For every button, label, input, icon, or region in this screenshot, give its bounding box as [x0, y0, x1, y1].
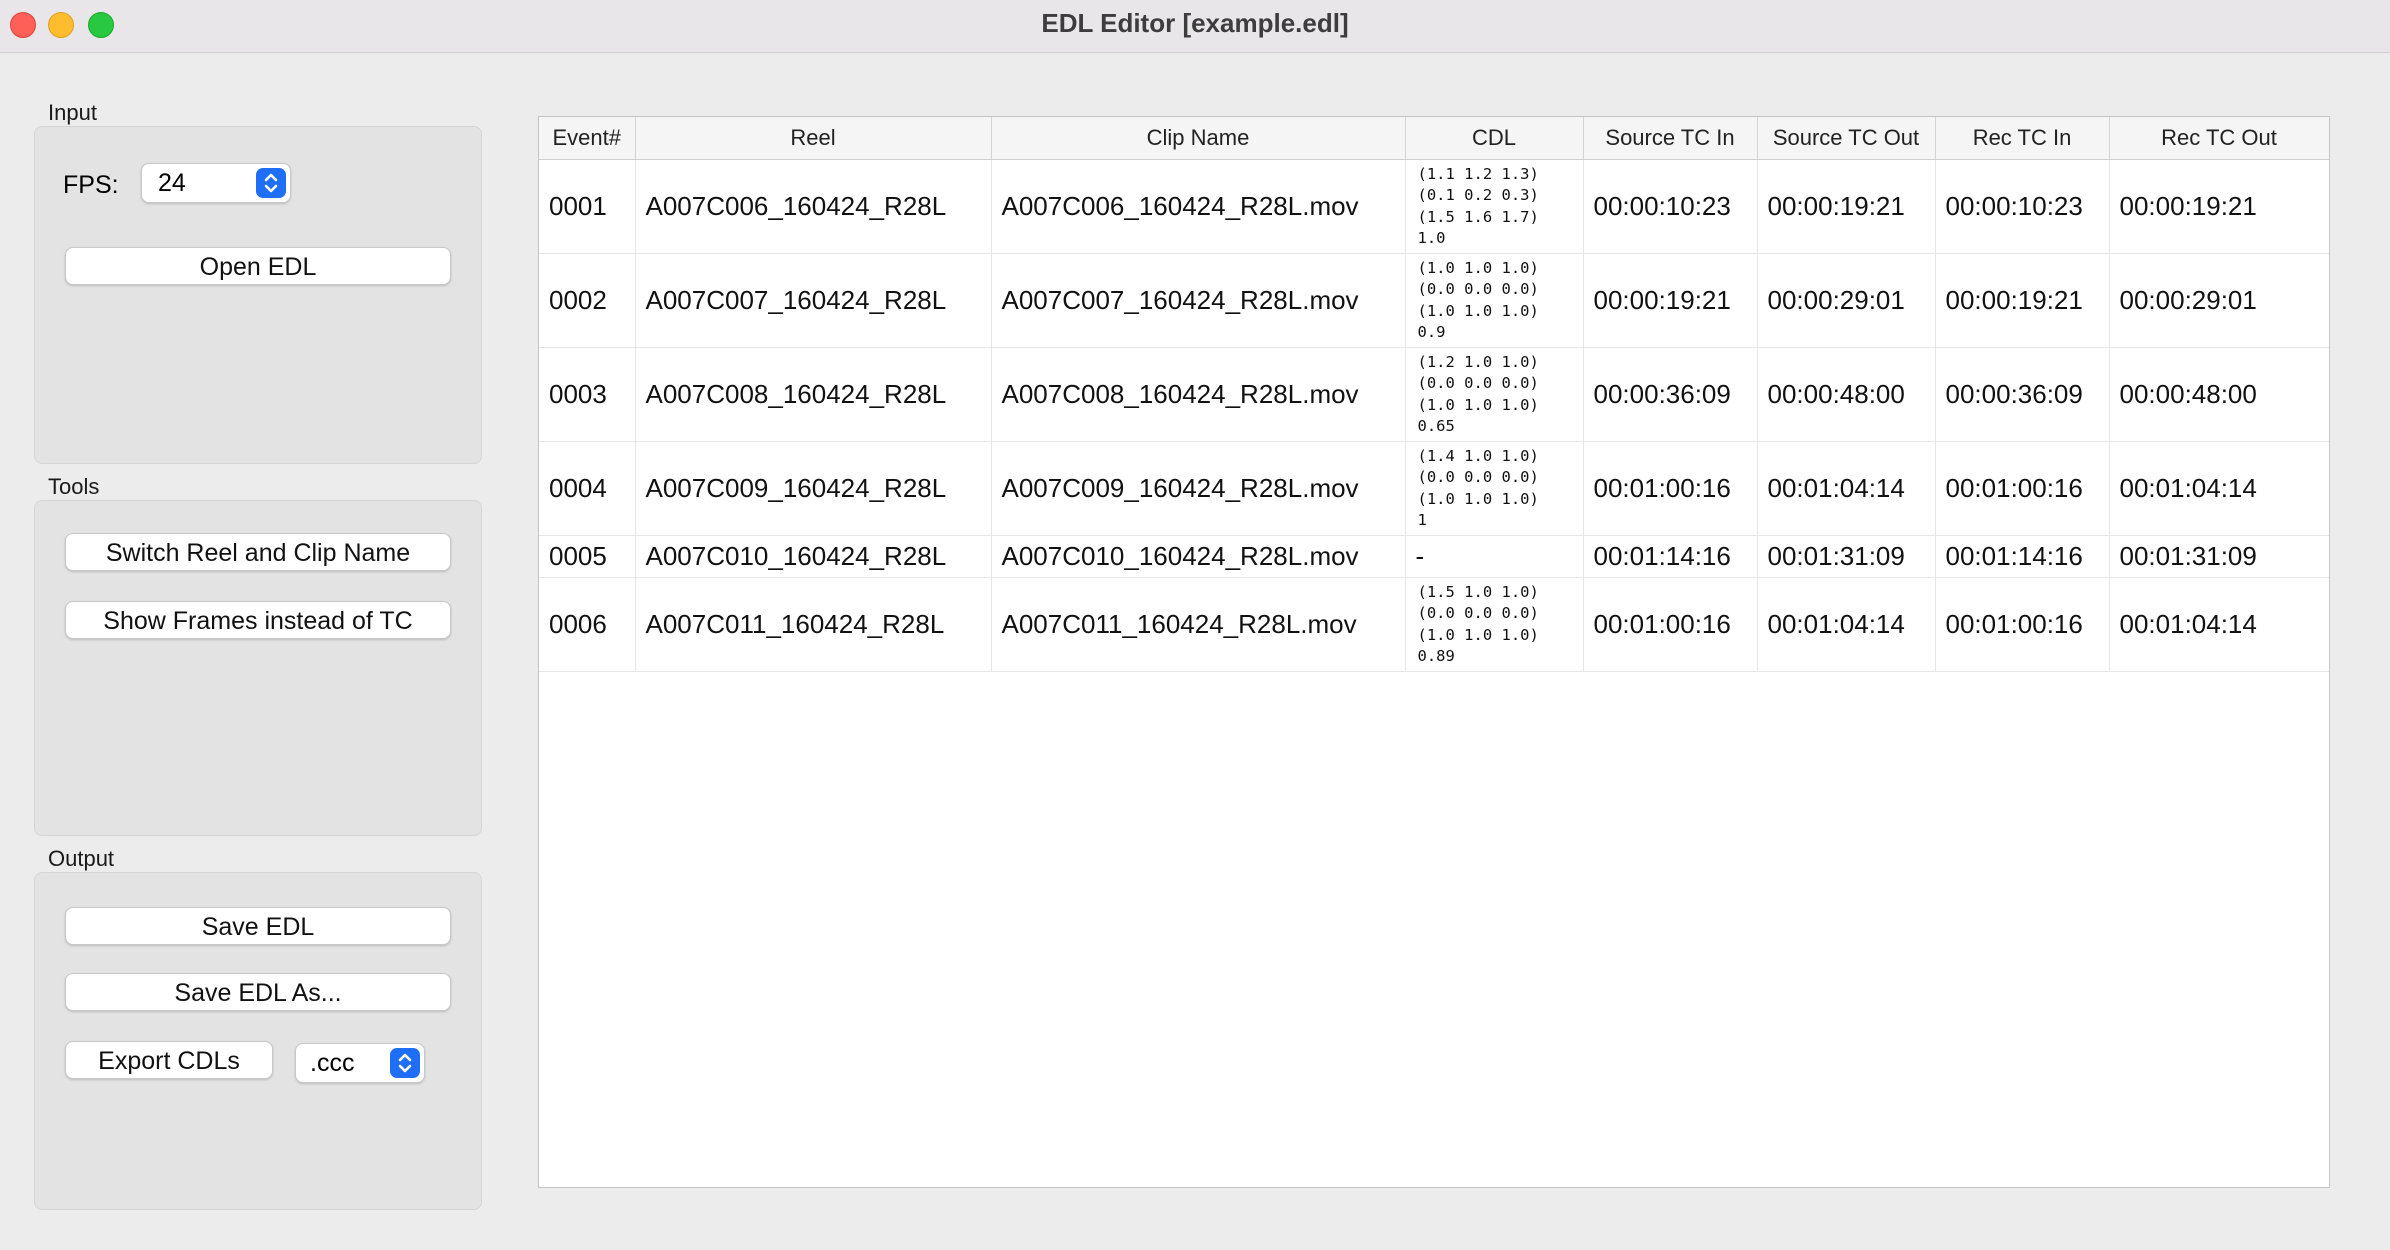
event-cell[interactable]: 0003	[539, 347, 636, 442]
table-header-row: Event# Reel Clip Name CDL Source TC In S…	[539, 117, 2329, 160]
reel-cell[interactable]: A007C009_160424_R28L	[635, 441, 992, 536]
event-cell[interactable]: 0005	[539, 535, 636, 578]
source-tc-out-cell[interactable]: 00:00:19:21	[1757, 159, 1936, 254]
cdl-format-select[interactable]: .ccc	[295, 1043, 425, 1083]
cdl-cell[interactable]: (1.0 1.0 1.0) (0.0 0.0 0.0) (1.0 1.0 1.0…	[1405, 253, 1584, 348]
export-cdls-button[interactable]: Export CDLs	[65, 1041, 273, 1079]
table-row[interactable]: 0001 A007C006_160424_R28L A007C006_16042…	[539, 159, 2329, 254]
rec-tc-out-cell[interactable]: 00:00:48:00	[2109, 347, 2329, 442]
source-tc-in-cell[interactable]: 00:00:10:23	[1583, 159, 1758, 254]
source-tc-out-cell[interactable]: 00:01:04:14	[1757, 577, 1936, 672]
event-cell[interactable]: 0004	[539, 441, 636, 536]
column-header-source-tc-in[interactable]: Source TC In	[1583, 117, 1758, 160]
event-cell[interactable]: 0002	[539, 253, 636, 348]
main-window: EDL Editor [example.edl] Input FPS: 24 O…	[0, 0, 2390, 1250]
source-tc-in-cell[interactable]: 00:01:00:16	[1583, 577, 1758, 672]
output-groupbox: Save EDL Save EDL As... Export CDLs .ccc	[34, 872, 482, 1210]
save-edl-as-button[interactable]: Save EDL As...	[65, 973, 451, 1011]
rec-tc-in-cell[interactable]: 00:00:36:09	[1935, 347, 2110, 442]
rec-tc-in-cell[interactable]: 00:00:10:23	[1935, 159, 2110, 254]
open-edl-button[interactable]: Open EDL	[65, 247, 451, 285]
cdl-cell[interactable]: -	[1405, 535, 1584, 578]
table-row[interactable]: 0004 A007C009_160424_R28L A007C009_16042…	[539, 441, 2329, 536]
rec-tc-in-cell[interactable]: 00:00:19:21	[1935, 253, 2110, 348]
source-tc-out-cell[interactable]: 00:00:29:01	[1757, 253, 1936, 348]
fps-label: FPS:	[63, 171, 119, 199]
title-bar: EDL Editor [example.edl]	[0, 0, 2390, 53]
tools-groupbox: Switch Reel and Clip Name Show Frames in…	[34, 500, 482, 836]
table-row[interactable]: 0002 A007C007_160424_R28L A007C007_16042…	[539, 253, 2329, 348]
reel-cell[interactable]: A007C010_160424_R28L	[635, 535, 992, 578]
event-cell[interactable]: 0006	[539, 577, 636, 672]
input-groupbox: FPS: 24 Open EDL	[34, 126, 482, 464]
rec-tc-out-cell[interactable]: 00:00:19:21	[2109, 159, 2329, 254]
fps-value: 24	[158, 169, 186, 197]
column-header-reel[interactable]: Reel	[635, 117, 992, 160]
cdl-cell[interactable]: (1.5 1.0 1.0) (0.0 0.0 0.0) (1.0 1.0 1.0…	[1405, 577, 1584, 672]
source-tc-out-cell[interactable]: 00:01:04:14	[1757, 441, 1936, 536]
clip-name-cell[interactable]: A007C010_160424_R28L.mov	[991, 535, 1406, 578]
clip-name-cell[interactable]: A007C007_160424_R28L.mov	[991, 253, 1406, 348]
output-group-label: Output	[48, 846, 115, 871]
rec-tc-out-cell[interactable]: 00:01:31:09	[2109, 535, 2329, 578]
cdl-format-stepper-icon	[390, 1048, 420, 1078]
table-row[interactable]: 0006 A007C011_160424_R28L A007C011_16042…	[539, 577, 2329, 672]
source-tc-in-cell[interactable]: 00:01:00:16	[1583, 441, 1758, 536]
event-cell[interactable]: 0001	[539, 159, 636, 254]
source-tc-in-cell[interactable]: 00:01:14:16	[1583, 535, 1758, 578]
show-frames-button[interactable]: Show Frames instead of TC	[65, 601, 451, 639]
source-tc-in-cell[interactable]: 00:00:36:09	[1583, 347, 1758, 442]
rec-tc-out-cell[interactable]: 00:00:29:01	[2109, 253, 2329, 348]
table-row[interactable]: 0003 A007C008_160424_R28L A007C008_16042…	[539, 347, 2329, 442]
cdl-cell[interactable]: (1.2 1.0 1.0) (0.0 0.0 0.0) (1.0 1.0 1.0…	[1405, 347, 1584, 442]
table-row[interactable]: 0005 A007C010_160424_R28L A007C010_16042…	[539, 535, 2329, 578]
source-tc-out-cell[interactable]: 00:01:31:09	[1757, 535, 1936, 578]
save-edl-button[interactable]: Save EDL	[65, 907, 451, 945]
clip-name-cell[interactable]: A007C008_160424_R28L.mov	[991, 347, 1406, 442]
clip-name-cell[interactable]: A007C011_160424_R28L.mov	[991, 577, 1406, 672]
rec-tc-in-cell[interactable]: 00:01:14:16	[1935, 535, 2110, 578]
window-title: EDL Editor [example.edl]	[1041, 8, 1349, 38]
reel-cell[interactable]: A007C011_160424_R28L	[635, 577, 992, 672]
column-header-event[interactable]: Event#	[539, 117, 636, 160]
input-group-label: Input	[48, 100, 97, 125]
edl-table[interactable]: Event# Reel Clip Name CDL Source TC In S…	[538, 116, 2330, 1188]
edl-table-grid: Event# Reel Clip Name CDL Source TC In S…	[539, 117, 2329, 672]
column-header-source-tc-out[interactable]: Source TC Out	[1757, 117, 1936, 160]
rec-tc-out-cell[interactable]: 00:01:04:14	[2109, 577, 2329, 672]
source-tc-out-cell[interactable]: 00:00:48:00	[1757, 347, 1936, 442]
column-header-clip-name[interactable]: Clip Name	[991, 117, 1406, 160]
column-header-rec-tc-in[interactable]: Rec TC In	[1935, 117, 2110, 160]
fps-stepper-icon	[256, 168, 286, 198]
rec-tc-in-cell[interactable]: 00:01:00:16	[1935, 577, 2110, 672]
reel-cell[interactable]: A007C007_160424_R28L	[635, 253, 992, 348]
switch-reel-clip-button[interactable]: Switch Reel and Clip Name	[65, 533, 451, 571]
rec-tc-out-cell[interactable]: 00:01:04:14	[2109, 441, 2329, 536]
column-header-rec-tc-out[interactable]: Rec TC Out	[2109, 117, 2329, 160]
clip-name-cell[interactable]: A007C006_160424_R28L.mov	[991, 159, 1406, 254]
rec-tc-in-cell[interactable]: 00:01:00:16	[1935, 441, 2110, 536]
cdl-format-value: .ccc	[310, 1049, 355, 1077]
tools-group-label: Tools	[48, 474, 100, 499]
column-header-cdl[interactable]: CDL	[1405, 117, 1584, 160]
clip-name-cell[interactable]: A007C009_160424_R28L.mov	[991, 441, 1406, 536]
source-tc-in-cell[interactable]: 00:00:19:21	[1583, 253, 1758, 348]
reel-cell[interactable]: A007C008_160424_R28L	[635, 347, 992, 442]
cdl-cell[interactable]: (1.1 1.2 1.3) (0.1 0.2 0.3) (1.5 1.6 1.7…	[1405, 159, 1584, 254]
reel-cell[interactable]: A007C006_160424_R28L	[635, 159, 992, 254]
cdl-cell[interactable]: (1.4 1.0 1.0) (0.0 0.0 0.0) (1.0 1.0 1.0…	[1405, 441, 1584, 536]
fps-select[interactable]: 24	[141, 163, 291, 203]
